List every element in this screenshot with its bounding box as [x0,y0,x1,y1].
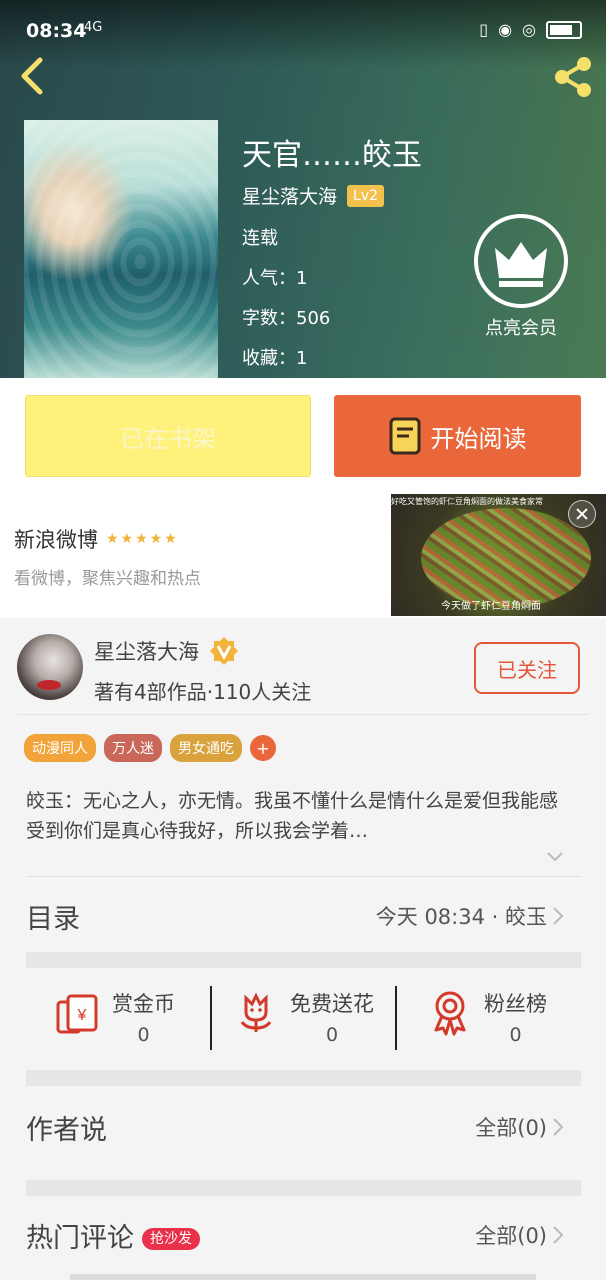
add-tag-button[interactable]: + [250,735,276,761]
reward-value: 0 [325,1024,339,1046]
vip-button[interactable]: 点亮会员 [474,214,568,340]
favorites-label: 收藏： [242,348,296,369]
book-cover[interactable] [24,120,218,378]
flower-icon [240,992,272,1032]
reward-label: 粉丝榜 [484,992,547,1016]
popularity-value: 1 [296,268,308,289]
share-icon [555,57,591,97]
book-favorites: 收藏：1 [242,344,307,370]
catalog-row[interactable]: 目录 今天 08:34 · 皎玉 [26,877,581,952]
lock-icon: ◉ [498,20,513,39]
start-reading-button[interactable]: 开始阅读 [334,395,581,477]
reward-value: 0 [137,1024,150,1046]
book-icon [389,417,420,455]
grab-sofa-badge[interactable]: 抢沙发 [142,1228,200,1250]
popularity-label: 人气： [242,268,296,289]
start-reading-label: 开始阅读 [430,424,527,453]
rewards-bar: ¥ 赏金币 0 免费送花 0 粉丝榜 0 [26,968,581,1070]
battery-icon [546,20,582,39]
rating-stars-icon: ★★★★★ [106,531,179,547]
chevron-down-icon[interactable] [546,848,564,866]
tag-list: 动漫同人 万人迷 男女通吃 + [24,734,276,762]
in-bookshelf-button[interactable]: 已在书架 [25,395,311,477]
coin-icon: ¥ [56,994,98,1034]
hot-comments-title: 热门评论 [26,1223,134,1254]
ad-image-caption: 今天做了虾仁豆角焖面 [441,601,541,612]
reward-coin[interactable]: ¥ 赏金币 0 [54,988,175,1046]
favorites-value: 1 [296,348,308,369]
hot-comments-all[interactable]: 全部(0) [475,1220,565,1250]
reward-text: 赏金币 0 [112,988,175,1046]
book-word-count: 字数：506 [242,304,330,330]
author-card: 星尘落大海 著有4部作品·110人关注 已关注 动漫同人 万人迷 男女通吃 + … [0,622,606,876]
verified-icon [210,637,238,665]
divider [17,714,589,715]
reward-label: 免费送花 [290,992,374,1016]
catalog-title: 目录 [26,904,80,935]
author-says-title: 作者说 [26,1115,107,1146]
word-count-label: 字数： [242,308,296,329]
status-time: 08:34 [26,20,87,42]
tag-item[interactable]: 男女通吃 [170,734,242,762]
book-author-name[interactable]: 星尘落大海 [242,182,337,209]
reward-text: 粉丝榜 0 [484,988,547,1046]
author-stats: 著有4部作品·110人关注 [94,680,312,704]
follow-button[interactable]: 已关注 [474,642,580,694]
vip-label: 点亮会员 [485,318,557,339]
back-arrow-icon [21,57,43,95]
book-popularity: 人气：1 [242,264,307,290]
author-name[interactable]: 星尘落大海 [94,636,199,666]
action-buttons: 已在书架 开始阅读 [0,378,606,494]
chevron-right-icon [553,1226,564,1244]
ad-description: 看微博，聚焦兴趣和热点 [14,569,201,589]
ad-app-name: 新浪微博 [14,528,98,552]
ad-banner[interactable]: 新浪微博 ★★★★★ 看微博，聚焦兴趣和热点 好吃又管饱的虾仁豆角焖面的做法美食… [0,494,606,618]
level-badge: Lv2 [347,184,385,207]
book-header: 08:34 4G ▯ ◉ ◎ 天官……皎玉 星尘落大海 Lv2 连载 人气：1 … [0,0,606,378]
divider [210,986,212,1050]
medal-icon [434,991,466,1036]
status-icons: ▯ ◉ ◎ [479,20,582,39]
chevron-right-icon [553,1118,564,1136]
reward-fans[interactable]: 粉丝榜 0 [426,988,547,1046]
book-status: 连载 [242,228,278,249]
location-icon: ◎ [522,20,536,39]
network-indicator: 4G [84,20,103,35]
chevron-right-icon [553,907,564,925]
section-separator [26,1180,581,1196]
share-button[interactable] [550,54,596,100]
catalog-latest: 今天 08:34 · 皎玉 [376,901,565,931]
tag-item[interactable]: 动漫同人 [24,734,96,762]
hot-comments-all-label: 全部(0) [475,1224,547,1248]
ad-image[interactable]: 好吃又管饱的虾仁豆角焖面的做法美食家常 今天做了虾仁豆角焖面 [391,494,606,616]
close-icon[interactable] [568,500,596,528]
tag-item[interactable]: 万人迷 [104,734,162,762]
hot-comments-row[interactable]: 热门评论 抢沙发 全部(0) [26,1196,581,1274]
svg-text:¥: ¥ [77,1007,87,1024]
reward-value: 0 [509,1024,522,1046]
crown-icon [474,214,568,308]
reward-flower[interactable]: 免费送花 0 [232,988,374,1046]
book-author-line: 星尘落大海 Lv2 [242,182,385,209]
section-separator [26,1070,581,1086]
catalog-latest-text: 今天 08:34 · 皎玉 [375,905,547,929]
back-button[interactable] [16,56,50,96]
author-says-all[interactable]: 全部(0) [475,1112,565,1142]
book-intro[interactable]: 皎玉：无心之人，亦无情。我虽不懂什么是情什么是爱但我能感受到你们是真心待我好，所… [26,786,574,846]
bottom-edge [70,1274,536,1280]
status-bar: 08:34 4G ▯ ◉ ◎ [0,0,606,44]
book-title: 天官……皎玉 [242,138,422,173]
author-says-all-label: 全部(0) [475,1116,547,1140]
vibrate-icon: ▯ [479,20,489,39]
author-name-row: 星尘落大海 [94,636,239,666]
reward-label: 赏金币 [112,992,175,1016]
section-separator [26,952,581,968]
avatar[interactable] [17,634,83,700]
hot-comments-title-row: 热门评论 抢沙发 [26,1216,200,1255]
reward-text: 免费送花 0 [290,988,374,1046]
divider [395,986,397,1050]
ad-app-name-row: 新浪微博 ★★★★★ [14,524,179,554]
author-says-row[interactable]: 作者说 全部(0) [26,1086,581,1180]
word-count-value: 506 [296,308,331,329]
